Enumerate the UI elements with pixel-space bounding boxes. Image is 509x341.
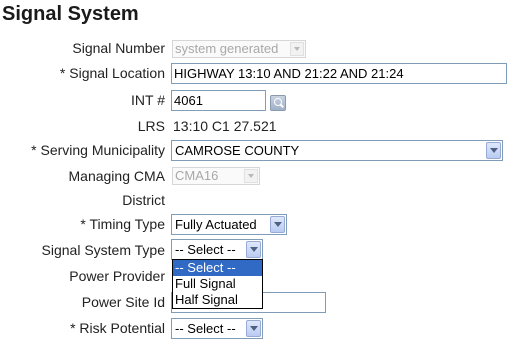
- signal-number-select: system generated: [172, 40, 306, 58]
- serving-municipality-label-text: Serving Municipality: [40, 142, 166, 158]
- magnifier-icon[interactable]: [270, 95, 286, 111]
- managing-cma-select: CMA16: [172, 167, 260, 185]
- district-label-text: District: [122, 192, 165, 208]
- timing-type-value: Fully Actuated: [175, 217, 257, 232]
- required-marker: *: [59, 65, 70, 81]
- magnifier-handle: [280, 103, 284, 108]
- lrs-value: 13:10 C1 27.521: [173, 118, 277, 134]
- signal-number-value: system generated: [175, 41, 279, 56]
- chevron-down-icon: [246, 241, 261, 258]
- signal-system-type-label-text: Signal System Type: [41, 242, 165, 258]
- required-marker: *: [70, 320, 80, 336]
- signal-number-label: Signal Number: [72, 40, 165, 56]
- managing-cma-label: Managing CMA: [69, 168, 166, 184]
- signal-system-type-dropdown: -- Select -- Full Signal Half Signal: [172, 259, 263, 309]
- risk-potential-label: * Risk Potential: [70, 320, 165, 336]
- chevron-down-icon: [486, 142, 501, 159]
- int-number-value: 4061: [174, 93, 203, 108]
- chevron-down-icon: [270, 216, 285, 233]
- lrs-label-text: LRS: [137, 118, 165, 134]
- signal-system-type-value: -- Select --: [175, 242, 236, 257]
- chevron-down-icon: [246, 320, 261, 337]
- chevron-down-icon: [244, 169, 258, 183]
- timing-type-select[interactable]: Fully Actuated: [171, 214, 287, 235]
- managing-cma-value: CMA16: [175, 168, 219, 183]
- int-number-label: INT #: [131, 92, 165, 108]
- timing-type-label: * Timing Type: [80, 216, 165, 232]
- managing-cma-label-text: Managing CMA: [68, 168, 166, 184]
- signal-system-type-label: Signal System Type: [42, 242, 165, 258]
- power-site-id-label: Power Site Id: [82, 294, 165, 310]
- signal-location-value: HIGHWAY 13:10 AND 21:22 AND 21:24: [174, 66, 404, 81]
- power-provider-label-text: Power Provider: [69, 268, 165, 284]
- signal-system-type-select[interactable]: -- Select --: [171, 239, 263, 260]
- serving-municipality-select[interactable]: CAMROSE COUNTY: [171, 140, 503, 161]
- required-marker: *: [31, 142, 41, 158]
- signal-location-label: * Signal Location: [60, 65, 165, 81]
- dropdown-option[interactable]: Half Signal: [173, 292, 262, 308]
- district-label: District: [122, 192, 165, 208]
- lrs-label: LRS: [138, 118, 165, 134]
- timing-type-label-text: Timing Type: [89, 216, 165, 232]
- chevron-down-icon: [290, 42, 304, 56]
- serving-municipality-label: * Serving Municipality: [31, 142, 165, 158]
- dropdown-option[interactable]: -- Select --: [173, 260, 262, 276]
- serving-municipality-value: CAMROSE COUNTY: [175, 143, 300, 158]
- signal-number-label-text: Signal Number: [72, 40, 165, 56]
- signal-location-label-text: Signal Location: [69, 65, 165, 81]
- int-number-label-text: INT #: [131, 92, 165, 108]
- power-site-id-label-text: Power Site Id: [81, 294, 165, 310]
- risk-potential-label-text: Risk Potential: [79, 320, 165, 336]
- required-marker: *: [80, 216, 90, 232]
- power-provider-label: Power Provider: [69, 268, 165, 284]
- risk-potential-select[interactable]: -- Select --: [171, 318, 263, 339]
- int-number-input[interactable]: 4061: [171, 90, 266, 111]
- dropdown-option[interactable]: Full Signal: [173, 276, 262, 292]
- page-title: Signal System: [2, 3, 139, 25]
- signal-location-input[interactable]: HIGHWAY 13:10 AND 21:22 AND 21:24: [171, 63, 507, 84]
- risk-potential-value: -- Select --: [175, 321, 236, 336]
